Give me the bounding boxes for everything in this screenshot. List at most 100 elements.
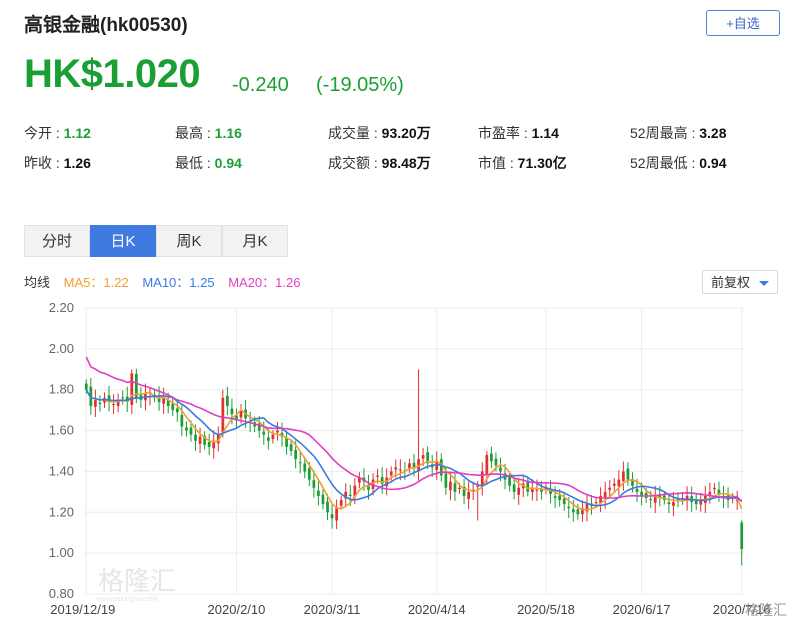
candle-body [271,434,275,440]
y-tick-label: 1.00 [49,545,74,560]
candle-body [130,373,134,405]
candle-body [740,522,744,550]
candle-body [667,502,671,505]
stat-high: 最高 : 1.16 [175,123,242,143]
candle-body [285,438,288,447]
stock-title: 高银金融(hk00530) [24,15,188,36]
candle-body [189,427,193,435]
candle-body [276,430,279,433]
candle-body [298,462,302,464]
stat-market-cap-label: 市值 : [478,155,514,171]
candle-body [84,383,88,390]
stat-pe-label: 市盈率 : [478,125,528,141]
stat-high-value: 1.16 [214,125,242,141]
candle-body [512,484,516,492]
stat-volume-value: 93.20万 [381,125,431,141]
candle-body [348,494,352,496]
tab-daily-k[interactable]: 日K [90,225,156,257]
last-price: HK$1.020 [24,52,201,96]
candle-body [421,455,425,459]
candle-body [230,408,234,415]
tab-intraday[interactable]: 分时 [24,225,90,257]
candle-body [207,441,211,447]
candle-body [499,467,502,472]
watermark-left-url: www.gelonghui.com [96,596,159,603]
candle-body [185,427,188,431]
candle-body [490,453,493,462]
stat-pe-value: 1.14 [531,125,559,141]
price-change: -0.240 [232,74,289,96]
candle-body [175,408,179,413]
candle-body [626,468,630,480]
stat-52w-low-label: 52周最低 : [630,155,696,171]
candle-body [330,514,334,519]
ma20-legend: MA20：1.26 [228,275,301,290]
candle-body [289,444,293,451]
candle-body [453,483,457,492]
candle-body [558,495,562,501]
candle-body [221,397,225,433]
ma5-line [85,389,743,511]
stat-52w-low: 52周最低 : 0.94 [630,153,727,173]
stat-high-label: 最高 : [175,125,211,141]
candle-body [449,481,452,491]
stat-turnover-value: 98.48万 [381,155,431,171]
adjust-dropdown-label: 前复权 [711,275,751,290]
candle-body [266,437,270,441]
candle-body [672,502,675,506]
candle-body [198,436,202,444]
candle-body [622,471,625,481]
tab-monthly-k[interactable]: 月K [222,225,288,257]
x-tick-label: 2020/4/14 [408,602,466,617]
candle-body [649,498,653,501]
stat-market-cap: 市值 : 71.30亿 [478,153,567,173]
y-tick-label: 1.60 [49,423,74,438]
stat-prev-close-label: 昨收 : [24,155,60,171]
candle-body [567,506,571,509]
candle-body [294,449,298,460]
stat-open: 今开 : 1.12 [24,123,91,143]
x-tick-label: 2019/12/19 [50,602,115,617]
candle-body [398,469,402,471]
candle-body [326,501,329,513]
candle-body [467,491,470,499]
stat-volume: 成交量 : 93.20万 [328,123,431,143]
candle-body [508,476,511,486]
ma-legend: 均线 MA5：1.22 MA10：1.25 MA20：1.26 [24,272,310,291]
candle-body [576,509,580,515]
x-tick-label: 2020/5/18 [517,602,575,617]
watermark-right-brand: 格隆汇 [745,602,787,618]
candle-body [494,458,498,466]
period-tabs: 分时 日K 周K 月K [24,225,288,257]
candle-body [617,479,621,487]
candle-body [535,489,539,491]
watermark-left-brand: 格隆汇 [98,566,177,596]
candle-body [112,404,115,406]
candle-body [376,475,379,477]
x-tick-label: 2020/6/17 [613,602,671,617]
stat-turnover: 成交额 : 98.48万 [328,153,431,173]
y-tick-label: 1.80 [49,382,74,397]
ma10-line [85,389,743,507]
stat-52w-high-value: 3.28 [699,125,727,141]
stat-open-value: 1.12 [63,125,91,141]
stat-52w-high: 52周最高 : 3.28 [630,123,727,143]
y-tick-label: 2.20 [49,300,74,315]
candle-body [713,487,716,490]
candle-body [612,483,616,486]
stat-low-label: 最低 : [175,155,211,171]
tab-weekly-k[interactable]: 周K [156,225,222,257]
candle-body [394,467,398,470]
adjust-dropdown[interactable]: 前复权 [702,270,778,294]
candle-body [485,455,489,475]
price-change-percent: (-19.05%) [316,74,404,96]
candle-body [312,480,316,488]
y-tick-label: 1.20 [49,504,74,519]
ma20-line [85,356,743,502]
stat-prev-close: 昨收 : 1.26 [24,153,91,173]
candle-body [389,471,393,476]
candle-body [635,488,639,492]
stat-low: 最低 : 0.94 [175,153,242,173]
candle-body [553,496,557,498]
add-to-watchlist-button[interactable]: +自选 [706,10,780,36]
